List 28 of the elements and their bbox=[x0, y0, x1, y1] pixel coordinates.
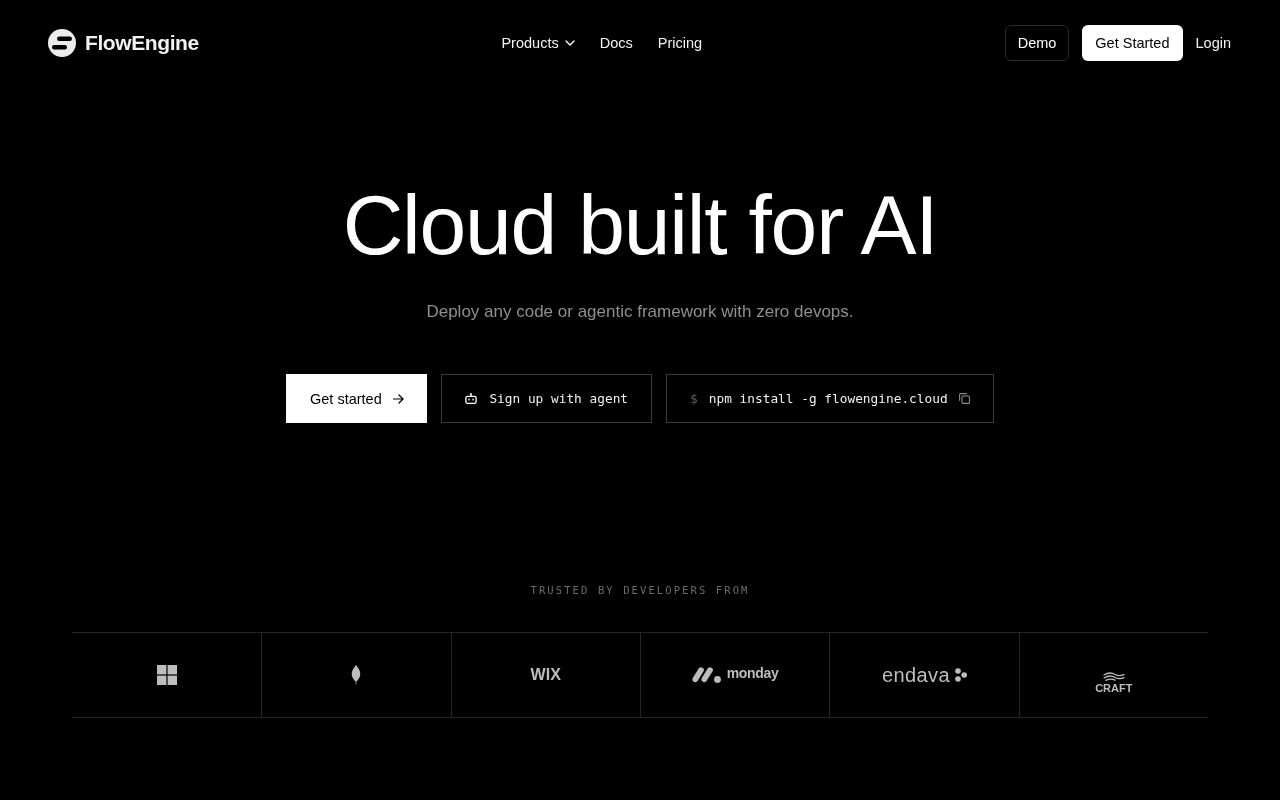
robot-icon bbox=[465, 393, 478, 404]
four-squares-icon bbox=[156, 665, 177, 685]
hero-title: Cloud built for AI bbox=[342, 183, 938, 267]
hero-subtitle: Deploy any code or agentic framework with zero devops. bbox=[426, 301, 854, 323]
get-started-button[interactable]: Get started bbox=[286, 374, 428, 423]
logo-wordmark: monday bbox=[726, 665, 779, 681]
trusted-heading: TRUSTED BY DEVELOPERS FROM bbox=[530, 583, 750, 597]
pills-icon bbox=[691, 667, 722, 683]
get-started-button[interactable]: Get Started bbox=[1082, 25, 1183, 61]
chevron-down-icon bbox=[564, 40, 575, 46]
command-text: npm install -g flowengine.cloud bbox=[708, 391, 948, 406]
brand-name[interactable]: FlowEngine bbox=[85, 31, 199, 55]
logo-wordmark: CRAFT bbox=[1095, 682, 1133, 694]
arrow-right-icon bbox=[392, 393, 404, 404]
logo-icon bbox=[48, 29, 76, 57]
nav-link[interactable]: Docs bbox=[599, 35, 633, 51]
prompt-sign: $ bbox=[690, 391, 698, 406]
waves-icon bbox=[1102, 672, 1125, 681]
demo-button[interactable]: Demo bbox=[1004, 25, 1070, 61]
copy-icon[interactable] bbox=[958, 393, 970, 404]
install-command[interactable]: $ npm install -g flowengine.cloud bbox=[666, 374, 994, 423]
nav-link[interactable]: Pricing bbox=[657, 35, 703, 51]
agent-signup-button[interactable]: Sign up with agent bbox=[441, 374, 653, 423]
nav-link[interactable]: Products bbox=[501, 35, 575, 51]
logo-wordmark: WIX bbox=[530, 666, 562, 684]
dots-icon bbox=[955, 668, 967, 682]
logo-wordmark: endava bbox=[882, 663, 950, 687]
login-link[interactable]: Login bbox=[1195, 35, 1231, 51]
